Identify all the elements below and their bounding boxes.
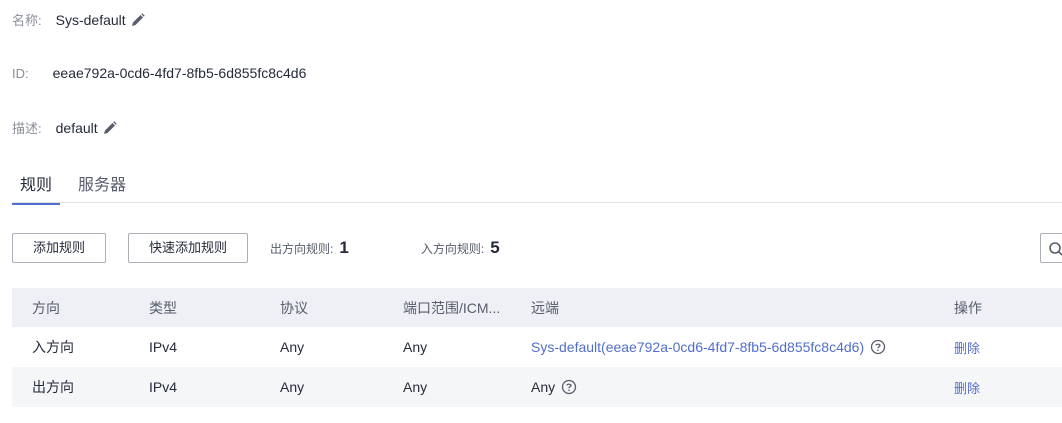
column-header-remote: 远端 (531, 299, 559, 316)
cell-protocol: Any (280, 339, 305, 355)
outbound-rule-label: 出方向规则: (270, 242, 334, 256)
cell-action: 删除 (934, 378, 1062, 397)
edit-description-pencil-icon[interactable] (102, 120, 118, 136)
id-label: ID: (12, 65, 29, 81)
tab-servers[interactable]: 服务器 (70, 170, 134, 202)
cell-type: IPv4 (149, 379, 178, 395)
tab-rules[interactable]: 规则 (12, 170, 61, 205)
delete-rule-link[interactable]: 删除 (954, 338, 980, 357)
cell-action: 删除 (934, 338, 1062, 357)
cell-remote: Any (511, 379, 934, 395)
id-row: ID: eeae792a-0cd6-4fd7-8fb5-6d855fc8c4d6 (12, 65, 306, 81)
question-circle-icon[interactable] (870, 339, 886, 355)
name-label: 名称: (12, 13, 42, 28)
quick-add-rule-button[interactable]: 快速添加规则 (128, 233, 249, 263)
outbound-rule-stat: 出方向规则: 1 (270, 238, 349, 258)
column-header-direction: 方向 (32, 299, 60, 316)
column-header-action: 操作 (954, 299, 982, 316)
table-row: 入方向 IPv4 Any Any Sys-default(eeae792a-0c… (12, 327, 1062, 367)
cell-protocol: Any (280, 379, 305, 395)
inbound-rule-stat: 入方向规则: 5 (421, 238, 500, 258)
add-rule-button[interactable]: 添加规则 (12, 233, 107, 263)
description-value: default (55, 119, 98, 136)
edit-name-pencil-icon[interactable] (130, 12, 146, 28)
description-row: 描述: default (12, 118, 118, 137)
inbound-rule-label: 入方向规则: (420, 242, 485, 256)
tab-divider (12, 202, 1062, 203)
remote-group-link[interactable]: Sys-default(eeae792a-0cd6-4fd7-8fb5-6d85… (531, 339, 864, 355)
table-header: 方向 类型 协议 端口范围/ICM... 远端 操作 (12, 288, 1062, 327)
remote-value: Any (531, 379, 556, 395)
table-row: 出方向 IPv4 Any Any Any 删除 (12, 367, 1062, 407)
name-row: 名称: Sys-default (12, 10, 146, 29)
column-header-protocol: 协议 (280, 299, 308, 316)
rules-table: 方向 类型 协议 端口范围/ICM... 远端 操作 入方向 IPv4 Any … (12, 288, 1062, 407)
rules-toolbar: 添加规则 快速添加规则 出方向规则: 1 入方向规则: 5 (12, 233, 500, 263)
cell-port-range: Any (403, 379, 428, 395)
cell-remote: Sys-default(eeae792a-0cd6-4fd7-8fb5-6d85… (511, 339, 934, 355)
id-value: eeae792a-0cd6-4fd7-8fb5-6d855fc8c4d6 (52, 65, 307, 81)
outbound-rule-count: 1 (339, 238, 349, 257)
column-header-port-range: 端口范围/ICM... (403, 299, 501, 316)
cell-type: IPv4 (149, 339, 178, 355)
inbound-rule-count: 5 (490, 238, 500, 257)
search-button[interactable] (1040, 233, 1062, 263)
cell-direction: 入方向 (32, 339, 74, 355)
question-circle-icon[interactable] (561, 379, 577, 395)
column-header-type: 类型 (149, 299, 177, 316)
name-value: Sys-default (55, 11, 126, 28)
tab-bar: 规则 服务器 (12, 170, 134, 205)
description-label: 描述: (12, 121, 42, 136)
delete-rule-link[interactable]: 删除 (954, 378, 980, 397)
search-icon (1049, 242, 1062, 256)
cell-port-range: Any (403, 339, 428, 355)
cell-direction: 出方向 (32, 379, 74, 395)
